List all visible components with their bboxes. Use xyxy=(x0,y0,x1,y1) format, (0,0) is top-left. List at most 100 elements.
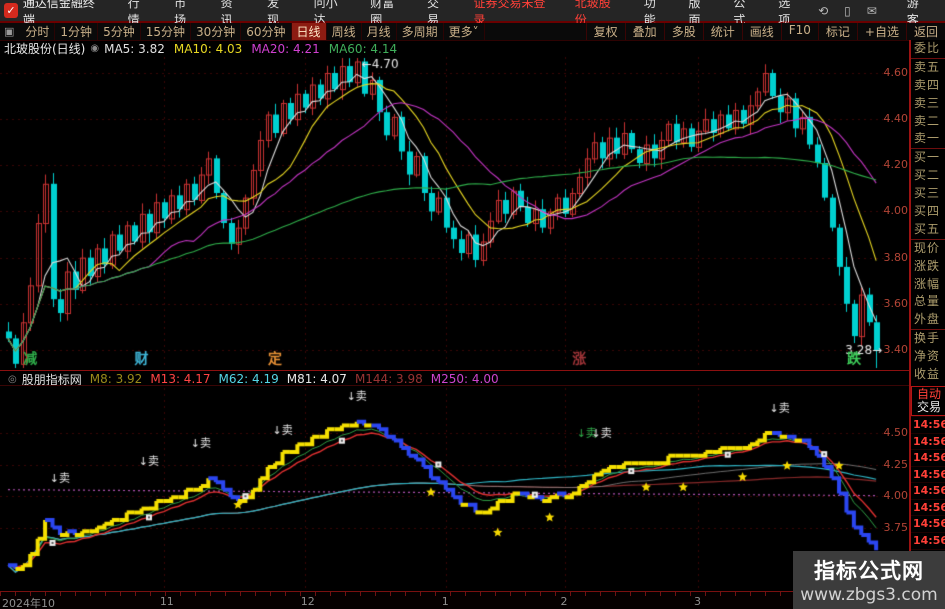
m-label-0: M8: 3.92 xyxy=(89,372,143,386)
main-ytick-1: 4.40 xyxy=(883,112,909,126)
refresh-icon[interactable]: ⟲ xyxy=(810,4,836,18)
action-8[interactable]: 返回 xyxy=(905,23,945,40)
month-label-5: 3 xyxy=(694,595,702,608)
month-label-0: 2024年10 xyxy=(2,597,55,609)
quote-label-6[interactable]: 买一 xyxy=(911,148,945,167)
trade-time-6[interactable]: 14:56 xyxy=(911,515,945,532)
watermark-url: www.zbgs3.com xyxy=(800,585,938,605)
quote-label-2[interactable]: 卖四 xyxy=(911,77,945,95)
period-tab-0[interactable]: 分时 xyxy=(20,23,56,40)
trade-time-7[interactable]: 14:56 xyxy=(911,532,945,549)
tdx-logo-icon: ✓ xyxy=(4,3,18,18)
mobile-icon[interactable]: ▯ xyxy=(836,4,859,18)
quote-label-8[interactable]: 买三 xyxy=(911,185,945,203)
action-2[interactable]: 多股 xyxy=(663,23,703,40)
quote-label-18[interactable]: 收益 xyxy=(911,366,945,384)
main-ytick-5: 3.60 xyxy=(883,296,909,310)
quote-label-5[interactable]: 卖一 xyxy=(911,130,945,148)
period-tab-4[interactable]: 30分钟 xyxy=(191,23,242,40)
auto-trade-line1: 自动 xyxy=(916,386,941,401)
quote-label-4[interactable]: 卖二 xyxy=(911,113,945,131)
ind-ytick-2: 4.00 xyxy=(883,489,909,502)
ma-label-1: MA10: 4.03 xyxy=(173,41,243,56)
period-tab-8[interactable]: 月线 xyxy=(362,23,397,40)
main-chart-title-row: 北玻股份(日线) ◉ MA5: 3.82 MA10: 4.03 MA20: 4.21… xyxy=(4,41,406,57)
auto-trade-button[interactable]: 自动 交易 xyxy=(911,385,945,416)
ind-ytick-1: 4.25 xyxy=(883,457,909,471)
trade-time-0[interactable]: 14:56 xyxy=(911,415,945,433)
action-6[interactable]: 标记 xyxy=(817,23,857,40)
indicator-chart[interactable] xyxy=(0,386,909,590)
m-label-5: M250: 4.00 xyxy=(430,372,499,386)
period-tabs: 分时 1分钟 5分钟 15分钟 30分钟 60分钟 日线 周线 月线 多周期 更多˅ xyxy=(20,23,485,40)
action-0[interactable]: 复权 xyxy=(585,23,625,40)
chart-actions: 复权 叠加 多股 统计 画线 F10 标记 +自选 返回 xyxy=(585,23,945,40)
tdx-terminal-window: ✓ 通达信金融终端 行情 市场 资讯 发现 问小达 财富圈 交易 证券交易未登录 北玻股份 … xyxy=(0,0,945,609)
quote-label-1[interactable]: 卖五 xyxy=(911,57,945,77)
m-label-3: M81: 4.07 xyxy=(286,372,347,386)
quote-label-11[interactable]: 现价 xyxy=(911,238,945,258)
ind-ytick-0: 4.50 xyxy=(883,426,909,439)
ma-label-0: MA5: 3.82 xyxy=(104,41,165,56)
quote-label-12[interactable]: 涨跌 xyxy=(911,258,945,276)
month-label-3: 1 xyxy=(441,595,449,608)
period-toolbar: ▣ 分时 1分钟 5分钟 15分钟 30分钟 60分钟 日线 周线 月线 多周期 更多˅ 复权 叠加多… xyxy=(0,23,945,41)
period-tab-9[interactable]: 多周期 xyxy=(397,23,444,40)
period-tab-6[interactable]: 日线 xyxy=(291,23,327,40)
m-label-4: M144: 3.98 xyxy=(354,372,423,386)
month-label-4: 2 xyxy=(560,595,568,608)
trade-time-5[interactable]: 14:56 xyxy=(911,498,945,516)
period-tab-2[interactable]: 5分钟 xyxy=(98,23,141,40)
quote-label-17[interactable]: 净资 xyxy=(911,348,945,366)
quote-label-7[interactable]: 买二 xyxy=(911,167,945,185)
panel-divider xyxy=(0,370,909,371)
quote-label-15[interactable]: 外盘 xyxy=(911,311,945,329)
main-ytick-6: 3.40 xyxy=(883,342,909,356)
period-tab-7[interactable]: 周线 xyxy=(327,23,362,40)
action-3[interactable]: 统计 xyxy=(702,23,742,40)
action-1[interactable]: 叠加 xyxy=(624,23,664,40)
ma-label-3: MA60: 4.14 xyxy=(328,41,398,56)
time-axis: 2024年10 11 12 1 2 3 xyxy=(0,591,909,609)
site-watermark: 指标公式网 www.zbgs3.com xyxy=(793,551,945,609)
ma-labels: MA5: 3.82 MA10: 4.03 MA20: 4.21 MA60: 4.14 xyxy=(104,42,406,56)
quote-label-10[interactable]: 买五 xyxy=(911,221,945,239)
quote-label-0[interactable]: 委比 xyxy=(911,40,945,58)
quote-sidebar: 委比 卖五 卖四 卖三 卖二 卖一 买一 买二 买三 买四 买五 现价 涨跌 涨幅 总量 外盘 换手 净资 收益 自… xyxy=(909,40,945,609)
menubar: ✓ 通达信金融终端 行情 市场 资讯 发现 问小达 财富圈 交易 证券交易未登录 北玻股份 … xyxy=(0,0,945,27)
period-tab-3[interactable]: 15分钟 xyxy=(141,23,191,40)
auto-trade-line2: 交易 xyxy=(916,399,941,414)
month-label-2: 12 xyxy=(300,595,315,608)
collapse-icon[interactable]: ◎ xyxy=(8,374,17,385)
period-tab-1[interactable]: 1分钟 xyxy=(55,23,99,40)
watermark-title: 指标公式网 xyxy=(814,559,924,583)
trade-time-1[interactable]: 14:56 xyxy=(911,432,945,450)
chevron-down-icon[interactable]: ◉ xyxy=(90,43,99,54)
main-kline-chart[interactable] xyxy=(0,55,909,371)
main-ytick-2: 4.20 xyxy=(883,158,909,172)
ind-ytick-3: 3.75 xyxy=(883,520,909,534)
time-axis-ticks xyxy=(0,592,909,596)
trade-time-2[interactable]: 14:56 xyxy=(911,449,945,466)
period-tab-10[interactable]: 更多˅ xyxy=(444,23,485,40)
period-tab-5[interactable]: 60分钟 xyxy=(241,23,292,40)
main-ytick-0: 4.60 xyxy=(883,66,909,79)
m-label-1: M13: 4.17 xyxy=(150,372,211,386)
indicator-title-row: ◎ 股朋指标网 M8: 3.92 M13: 4.17 M62: 4.19 M81: 4… xyxy=(3,372,507,387)
trade-time-3[interactable]: 14:56 xyxy=(911,465,945,483)
mail-icon[interactable]: ✉ xyxy=(859,4,885,18)
action-4[interactable]: 画线 xyxy=(741,23,781,40)
trade-time-4[interactable]: 14:56 xyxy=(911,482,945,499)
main-ytick-3: 4.00 xyxy=(883,204,909,218)
quote-label-16[interactable]: 换手 xyxy=(911,329,945,348)
quote-label-13[interactable]: 涨幅 xyxy=(911,276,945,294)
quote-label-3[interactable]: 卖三 xyxy=(911,95,945,113)
quote-label-14[interactable]: 总量 xyxy=(911,293,945,311)
window-layout-icon[interactable]: ▣ xyxy=(4,25,14,38)
main-ytick-4: 3.80 xyxy=(883,250,909,264)
quote-rows: 委比 卖五 卖四 卖三 卖二 卖一 买一 买二 买三 买四 买五 现价 涨跌 涨幅 总量 外盘 换手 净资 收益 xyxy=(911,40,945,384)
indicator-m-labels: M8: 3.92 M13: 4.17 M62: 4.19 M81: 4.07 M144:… xyxy=(90,372,507,386)
action-5[interactable]: F10 xyxy=(780,23,818,40)
action-7[interactable]: +自选 xyxy=(856,23,906,40)
quote-label-9[interactable]: 买四 xyxy=(911,203,945,221)
